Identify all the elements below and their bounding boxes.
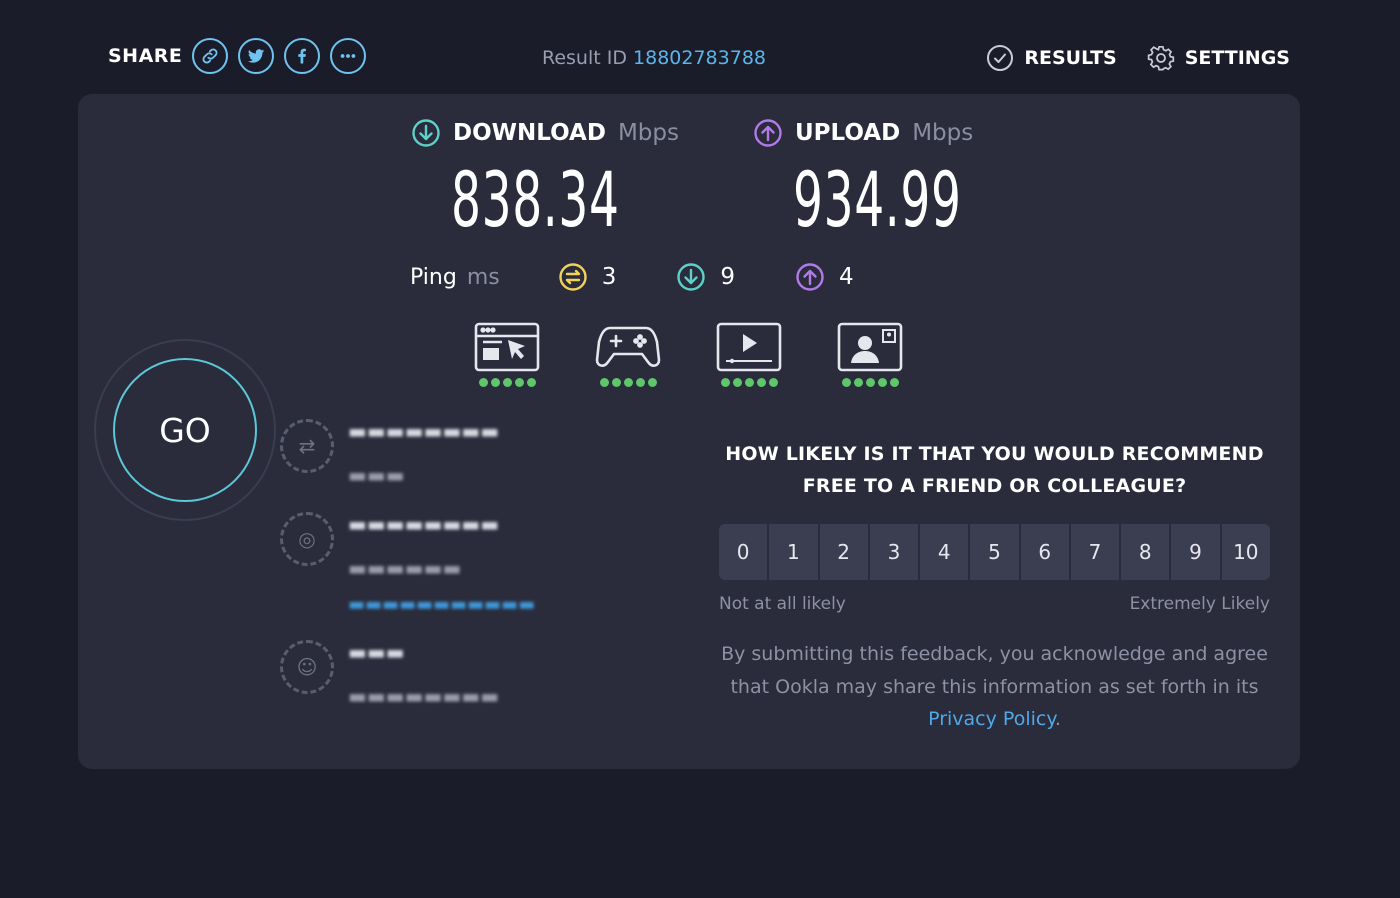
ping-idle-value: 3 (601, 264, 617, 290)
share-facebook-button[interactable] (284, 38, 321, 74)
facebook-icon (298, 48, 307, 64)
nps-option-2[interactable]: 2 (819, 524, 868, 580)
more-icon (341, 54, 356, 58)
privacy-policy-link[interactable]: Privacy Policy (928, 708, 1055, 730)
check-circle-icon (987, 45, 1014, 71)
nps-option-3[interactable]: 3 (869, 524, 919, 580)
gaming-icon (595, 326, 661, 367)
share-more-button[interactable] (330, 38, 367, 74)
ping-idle: 3 (558, 262, 617, 292)
share-label: SHARE (108, 45, 183, 67)
nps-survey: HOW LIKELY IS IT THAT YOU WOULD RECOMMEN… (719, 438, 1270, 736)
result-id-link[interactable]: 18802783788 (633, 47, 766, 69)
nps-option-8[interactable]: 8 (1121, 524, 1170, 580)
download-value: 838.34 (451, 155, 620, 244)
result-id-label: Result ID (542, 47, 627, 69)
nps-option-0[interactable]: 0 (719, 524, 768, 580)
quality-gaming (595, 322, 661, 387)
user-info: ☺ ▬▬▬ ▬▬▬▬▬▬▬▬ (280, 640, 499, 708)
ping-row: Ping ms 3 9 4 (410, 262, 914, 292)
go-button[interactable]: GO (113, 358, 257, 502)
nps-option-6[interactable]: 6 (1020, 524, 1069, 580)
upload-arrow-icon (754, 119, 782, 147)
connections-value-redacted: ▬▬▬ (348, 463, 405, 487)
streaming-rating (720, 378, 778, 387)
nps-option-4[interactable]: 4 (920, 524, 969, 580)
download-label: DOWNLOAD (453, 120, 606, 146)
share-bar: SHARE (108, 38, 367, 74)
quality-browsing (474, 322, 540, 387)
nps-legal-suffix: . (1054, 708, 1061, 730)
gear-icon (1147, 45, 1174, 71)
result-id: Result ID 18802783788 (542, 47, 766, 69)
upload-value: 934.99 (793, 155, 962, 244)
twitter-icon (248, 49, 265, 63)
nps-low-label: Not at all likely (719, 594, 846, 614)
video-call-icon (837, 322, 903, 372)
ping-label: Ping (410, 264, 457, 290)
top-nav: RESULTS SETTINGS (986, 44, 1290, 72)
provider-info: ◎ ▬▬▬▬▬▬▬▬ ▬▬▬▬▬▬ ▬▬▬▬▬▬▬▬▬▬▬ (280, 512, 535, 615)
upload-label: UPLOAD (795, 120, 901, 146)
ping-upload-value: 4 (839, 264, 854, 290)
ping-unit: ms (466, 264, 500, 290)
gaming-rating (599, 378, 657, 387)
nps-legal-prefix: By submitting this feedback, you acknowl… (721, 643, 1268, 698)
change-server-link-redacted[interactable]: ▬▬▬▬▬▬▬▬▬▬▬ (348, 594, 535, 615)
provider-name-redacted: ▬▬▬▬▬▬▬▬ (348, 512, 500, 536)
browsing-rating (478, 378, 536, 387)
results-button[interactable]: RESULTS (986, 44, 1117, 72)
link-icon (202, 48, 218, 64)
ping-download: 9 (676, 262, 735, 292)
download-latency-icon (677, 263, 706, 291)
connections-label-redacted: ▬▬▬▬▬▬▬▬ (348, 419, 500, 443)
download-metric: DOWNLOAD Mbps 838.34 (411, 118, 723, 238)
provider-location-redacted: ▬▬▬▬▬▬ (348, 556, 462, 580)
user-icon: ☺ (280, 640, 334, 694)
upload-unit: Mbps (912, 120, 974, 146)
nps-option-10[interactable]: 10 (1221, 524, 1270, 580)
nps-question: HOW LIKELY IS IT THAT YOU WOULD RECOMMEN… (725, 443, 1264, 497)
nps-option-7[interactable]: 7 (1070, 524, 1120, 580)
connections-info: ⇄ ▬▬▬▬▬▬▬▬ ▬▬▬ (280, 419, 499, 487)
nps-legal-text: By submitting this feedback, you acknowl… (719, 638, 1270, 736)
nps-option-5[interactable]: 5 (970, 524, 1019, 580)
video-call-rating (841, 378, 899, 387)
user-ip-redacted: ▬▬▬▬▬▬▬▬ (348, 684, 500, 708)
share-twitter-button[interactable] (238, 38, 275, 74)
streaming-icon (716, 322, 782, 372)
nps-option-1[interactable]: 1 (769, 524, 818, 580)
user-name-redacted: ▬▬▬ (348, 640, 405, 664)
quality-video-call (837, 322, 903, 387)
idle-latency-icon (559, 263, 587, 291)
ping-download-value: 9 (720, 264, 735, 290)
connections-icon: ⇄ (280, 419, 334, 473)
upload-latency-icon (796, 263, 824, 291)
nps-high-label: Extremely Likely (1129, 594, 1270, 614)
settings-button[interactable]: SETTINGS (1147, 44, 1290, 72)
download-arrow-icon (412, 119, 440, 147)
quality-streaming (716, 322, 782, 387)
nps-option-9[interactable]: 9 (1171, 524, 1220, 580)
top-bar: SHARE Result ID 18802783788 RESULTS SETT… (0, 0, 1400, 94)
settings-label: SETTINGS (1184, 47, 1290, 69)
nps-scale: 0 1 2 3 4 5 6 7 8 9 10 (719, 524, 1270, 580)
download-unit: Mbps (617, 120, 679, 146)
share-link-button[interactable] (192, 38, 229, 74)
upload-metric: UPLOAD Mbps 934.99 (753, 118, 1065, 238)
ping-upload: 4 (795, 262, 854, 292)
browsing-icon (474, 322, 540, 372)
provider-icon: ◎ (280, 512, 334, 566)
results-label: RESULTS (1024, 47, 1117, 69)
